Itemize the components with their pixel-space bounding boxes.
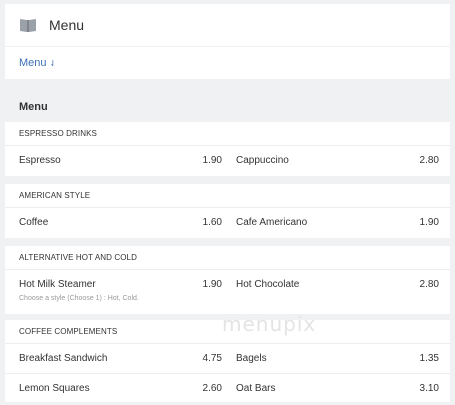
item-name: Oat Bars	[236, 383, 276, 394]
item-price: 1.60	[202, 217, 222, 228]
breadcrumb-menu-link[interactable]: Menu ⇃	[19, 57, 56, 69]
menu-row: Espresso 1.90 Cappuccino 2.80	[5, 146, 450, 176]
item-price: 2.80	[419, 279, 439, 290]
page-title: Menu	[49, 17, 85, 33]
item-name: Cappuccino	[236, 155, 289, 166]
breadcrumb-label: Menu	[19, 57, 47, 69]
watermark: menupix	[222, 312, 317, 336]
section-title: AMERICAN STYLE	[5, 184, 450, 208]
item-price: 3.10	[419, 383, 439, 394]
item-name: Bagels	[236, 353, 267, 364]
page-header: Menu	[5, 4, 450, 46]
menu-row: Lemon Squares 2.60 Oat Bars 3.10	[5, 373, 450, 402]
menu-row: Coffee 1.60 Cafe Americano 1.90	[5, 208, 450, 238]
item-price: 1.90	[202, 279, 222, 290]
item-name: Lemon Squares	[19, 383, 90, 394]
item-price: 1.90	[419, 217, 439, 228]
section-title: ALTERNATIVE HOT AND COLD	[5, 246, 450, 270]
item-price: 4.75	[202, 353, 222, 364]
chevron-down-icon: ⇃	[49, 59, 57, 68]
item-name: Coffee	[19, 217, 49, 228]
menu-section: ALTERNATIVE HOT AND COLD Hot Milk Steame…	[5, 246, 450, 314]
menu-heading: Menu	[19, 101, 48, 113]
item-name: Breakfast Sandwich	[19, 353, 108, 364]
section-title: ESPRESSO DRINKS	[5, 122, 450, 146]
item-price: 1.90	[202, 155, 222, 166]
menu-row: Hot Milk Steamer 1.90 Choose a style (Ch…	[5, 270, 450, 314]
menu-row: Breakfast Sandwich 4.75 Bagels 1.35	[5, 344, 450, 373]
breadcrumb-bar: Menu ⇃	[5, 47, 450, 79]
item-name: Cafe Americano	[236, 217, 308, 228]
item-price: 2.80	[419, 155, 439, 166]
item-price: 1.35	[419, 353, 439, 364]
item-name: Hot Milk Steamer	[19, 279, 96, 290]
menu-section: ESPRESSO DRINKS Espresso 1.90 Cappuccino…	[5, 122, 450, 176]
book-icon	[19, 16, 39, 34]
item-options: Choose a style (Choose 1) : Hot, Cold.	[19, 295, 139, 302]
item-name: Hot Chocolate	[236, 279, 300, 290]
menu-section: AMERICAN STYLE Coffee 1.60 Cafe American…	[5, 184, 450, 238]
item-name: Espresso	[19, 155, 61, 166]
item-price: 2.60	[202, 383, 222, 394]
